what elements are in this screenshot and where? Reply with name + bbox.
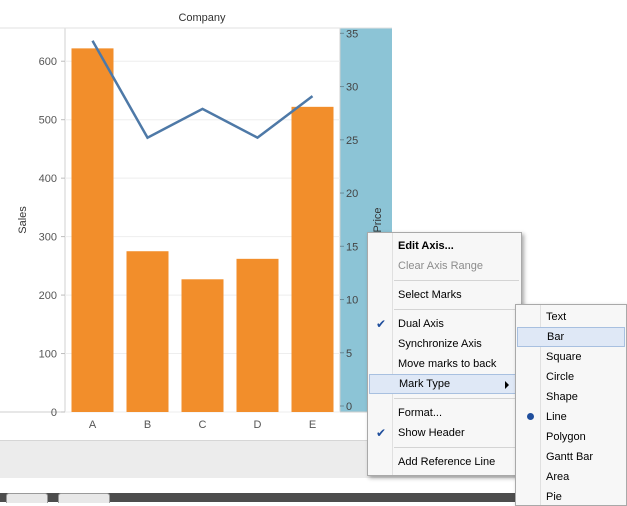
menu-item-label: Pie xyxy=(546,491,562,503)
bar-B[interactable] xyxy=(126,251,169,412)
checkmark-icon: ✔ xyxy=(376,426,387,440)
y-axis-label: Sales xyxy=(17,206,29,234)
submenu-arrow-icon xyxy=(505,381,509,389)
y2-tick-label: 20 xyxy=(346,188,358,200)
menu-item-label: Circle xyxy=(546,371,575,383)
y2-tick-label: 10 xyxy=(346,295,358,307)
menu-item-label: Format... xyxy=(398,407,443,419)
mark-type-submenu: Text Bar Square Circle Shape Line Polygon Gantt… xyxy=(515,304,627,506)
mark-type-text[interactable]: Text xyxy=(516,307,626,327)
y-tick-label: 100 xyxy=(39,349,57,361)
menu-item-label: Line xyxy=(546,411,567,423)
menu-item-label: Square xyxy=(546,351,582,363)
menu-item-add-reference-line[interactable]: Add Reference Line xyxy=(368,452,521,472)
menu-item-label: Select Marks xyxy=(398,289,462,301)
x-tick-label: A xyxy=(89,419,97,431)
menu-item-label: Synchronize Axis xyxy=(398,338,482,350)
x-tick-label: D xyxy=(254,419,262,431)
menu-item-clear-axis-range: Clear Axis Range xyxy=(368,256,521,276)
y2-tick-label: 30 xyxy=(346,82,358,94)
menu-item-mark-type[interactable]: Mark Type xyxy=(369,374,520,394)
menu-item-label: Show Header xyxy=(398,427,465,439)
y2-tick-label: 15 xyxy=(346,241,358,253)
price-line[interactable] xyxy=(91,40,314,140)
x-tick-label: C xyxy=(199,419,207,431)
mark-type-gantt-bar[interactable]: Gantt Bar xyxy=(516,447,626,467)
menu-item-label: Mark Type xyxy=(399,378,451,390)
y-tick-label: 0 xyxy=(51,407,57,419)
menu-item-label: Area xyxy=(546,471,570,483)
x-tick-label: E xyxy=(309,419,316,431)
mark-type-circle[interactable]: Circle xyxy=(516,367,626,387)
y-tick-label: 300 xyxy=(39,232,57,244)
bar-C[interactable] xyxy=(181,279,224,412)
menu-item-label: Dual Axis xyxy=(398,318,444,330)
menu-item-label: Clear Axis Range xyxy=(398,260,483,272)
menu-item-edit-axis[interactable]: Edit Axis... xyxy=(368,236,521,256)
mark-type-shape[interactable]: Shape xyxy=(516,387,626,407)
mark-type-bar[interactable]: Bar xyxy=(517,327,625,347)
mark-type-polygon[interactable]: Polygon xyxy=(516,427,626,447)
y2-tick-label: 35 xyxy=(346,28,358,40)
menu-item-synchronize-axis[interactable]: Synchronize Axis xyxy=(368,334,521,354)
mark-type-line[interactable]: Line xyxy=(516,407,626,427)
y-tick-label: 500 xyxy=(39,115,57,127)
chart-title: Company xyxy=(178,12,226,24)
menu-item-label: Bar xyxy=(547,331,565,343)
y-tick-label: 400 xyxy=(39,173,57,185)
mark-type-square[interactable]: Square xyxy=(516,347,626,367)
menu-item-show-header[interactable]: ✔ Show Header xyxy=(368,423,521,443)
mark-type-pie[interactable]: Pie xyxy=(516,487,626,505)
y2-tick-label: 5 xyxy=(346,348,352,360)
menu-item-label: Move marks to back xyxy=(398,358,497,370)
y-tick-label: 600 xyxy=(39,56,57,68)
menu-item-label: Add Reference Line xyxy=(398,456,496,468)
y2-tick-label: 25 xyxy=(346,135,358,147)
x-tick-label: B xyxy=(144,419,151,431)
radio-dot-icon xyxy=(527,413,534,420)
menu-item-select-marks[interactable]: Select Marks xyxy=(368,285,521,305)
menu-item-label: Edit Axis... xyxy=(398,240,454,252)
menu-separator xyxy=(394,280,519,281)
y2-tick-label: 0 xyxy=(346,401,352,413)
axis-context-menu: Edit Axis... Clear Axis Range Select Marks… xyxy=(367,232,522,476)
bar-D[interactable] xyxy=(236,258,279,412)
bar-E[interactable] xyxy=(291,106,334,412)
mark-type-area[interactable]: Area xyxy=(516,467,626,487)
menu-separator xyxy=(394,309,519,310)
menu-separator xyxy=(394,447,519,448)
menu-item-label: Gantt Bar xyxy=(546,451,594,463)
menu-separator xyxy=(394,398,519,399)
y-tick-label: 200 xyxy=(39,290,57,302)
menu-item-format[interactable]: Format... xyxy=(368,403,521,423)
menu-item-label: Polygon xyxy=(546,431,586,443)
bar-A[interactable] xyxy=(71,48,114,412)
menu-item-move-marks-to-back[interactable]: Move marks to back xyxy=(368,354,521,374)
menu-item-label: Shape xyxy=(546,391,578,403)
menu-item-dual-axis[interactable]: ✔ Dual Axis xyxy=(368,314,521,334)
checkmark-icon: ✔ xyxy=(376,317,387,331)
y2-axis-label: Price xyxy=(372,207,384,232)
menu-item-label: Text xyxy=(546,311,567,323)
